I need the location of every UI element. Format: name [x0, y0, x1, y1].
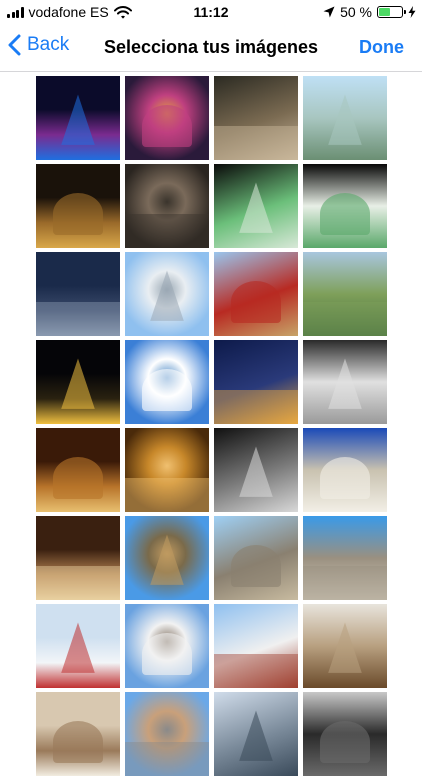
photo-thumbnail-city-skyline[interactable] [214, 692, 298, 776]
photo-subject-shape [61, 358, 95, 409]
photo-subject-shape [239, 710, 273, 761]
battery-icon [377, 6, 406, 18]
photo-subject-shape [52, 193, 104, 236]
photo-subject-shape [319, 193, 371, 236]
photo-thumbnail-louvre-pyramid-night[interactable] [214, 340, 298, 424]
photo-subject-shape [214, 390, 298, 424]
photo-thumbnail-ornate-dome-bw[interactable] [303, 340, 387, 424]
photo-subject-shape [150, 534, 184, 585]
photo-thumbnail-eiffel-tower-day[interactable] [125, 516, 209, 600]
photo-thumbnail-church-steeple[interactable] [214, 604, 298, 688]
photo-thumbnail-eiffel-tower-night[interactable] [36, 340, 120, 424]
photo-subject-shape [36, 302, 120, 336]
photo-thumbnail-jade-cabbage-closeup[interactable] [303, 164, 387, 248]
photo-thumbnail-opera-interior[interactable] [36, 428, 120, 512]
photo-thumbnail-ornate-ceiling[interactable] [36, 692, 120, 776]
location-icon [323, 6, 335, 18]
done-button[interactable]: Done [359, 37, 404, 58]
photo-thumbnail-forest-park[interactable] [303, 252, 387, 336]
photo-subject-shape [141, 633, 193, 676]
battery-fill [379, 8, 390, 16]
photo-thumbnail-jade-cabbage[interactable] [214, 164, 298, 248]
photo-subject-shape [52, 457, 104, 500]
photo-thumbnail-empire-state-bw[interactable] [303, 692, 387, 776]
photo-subject-shape [230, 281, 282, 324]
photo-subject-shape [61, 622, 95, 673]
photo-subject-shape [141, 369, 193, 412]
navigation-bar: Back Selecciona tus imágenes Done [0, 26, 422, 72]
photo-thumbnail-restaurant-dish[interactable] [214, 76, 298, 160]
photo-subject-shape [52, 721, 104, 764]
photo-thumbnail-arc-de-triomphe[interactable] [303, 516, 387, 600]
photo-subject-shape [239, 182, 273, 233]
charging-icon [408, 6, 416, 18]
photo-thumbnail-church-interior[interactable] [36, 516, 120, 600]
photo-subject-shape [319, 721, 371, 764]
photo-subject-shape [328, 358, 362, 409]
photo-thumbnail-sacre-coeur[interactable] [303, 428, 387, 512]
photo-thumbnail-shanghai-skyline-night[interactable] [36, 76, 120, 160]
photo-grid [36, 76, 387, 776]
photo-thumbnail-palace-garden-pool[interactable] [303, 76, 387, 160]
photo-thumbnail-golden-hall[interactable] [125, 428, 209, 512]
photo-subject-shape [61, 94, 95, 145]
photo-thumbnail-golden-buddha[interactable] [36, 164, 120, 248]
status-right: 50 % [323, 4, 416, 20]
photo-subject-shape [214, 126, 298, 160]
photo-subject-shape [328, 622, 362, 673]
photo-subject-shape [125, 742, 209, 776]
photo-thumbnail-reflecting-lake[interactable] [125, 340, 209, 424]
photo-subject-shape [125, 478, 209, 512]
photo-subject-shape [150, 270, 184, 321]
status-bar: vodafone ES 11:12 50 % [0, 0, 422, 26]
photo-thumbnail-pearl-tower-night[interactable] [125, 76, 209, 160]
photo-subject-shape [303, 302, 387, 336]
photo-thumbnail-colonial-house[interactable] [125, 604, 209, 688]
photo-subject-shape [230, 545, 282, 588]
battery-percent: 50 % [340, 4, 372, 20]
photo-subject-shape [303, 566, 387, 600]
photo-subject-shape [36, 566, 120, 600]
photo-subject-shape [239, 446, 273, 497]
photo-thumbnail-skyscrapers[interactable] [125, 692, 209, 776]
photo-subject-shape [141, 105, 193, 148]
photo-subject-shape [319, 457, 371, 500]
photo-thumbnail-dusk-cityscape[interactable] [36, 252, 120, 336]
photo-thumbnail-chinese-temple[interactable] [214, 252, 298, 336]
photo-thumbnail-memorial-hall[interactable] [125, 252, 209, 336]
photo-thumbnail-bronze-sculpture[interactable] [125, 164, 209, 248]
photo-subject-shape [125, 214, 209, 248]
photo-thumbnail-train-station[interactable] [303, 604, 387, 688]
photo-thumbnail-flags-sky[interactable] [36, 604, 120, 688]
photo-subject-shape [214, 654, 298, 688]
photo-subject-shape [328, 94, 362, 145]
photo-thumbnail-notre-dame[interactable] [214, 516, 298, 600]
photo-thumbnail-columns-bw[interactable] [214, 428, 298, 512]
